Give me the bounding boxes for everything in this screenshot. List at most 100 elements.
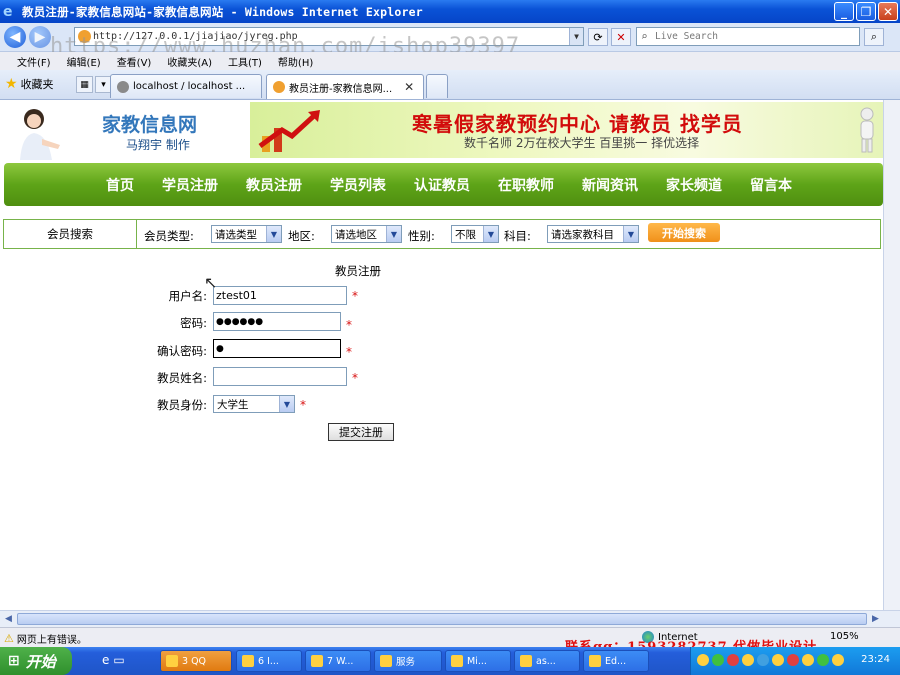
menu-file[interactable]: 文件(F) xyxy=(17,54,51,69)
folder-quicklaunch-icon[interactable]: ▭ xyxy=(113,653,124,667)
tray-icon[interactable] xyxy=(742,654,754,666)
new-tab-button[interactable] xyxy=(426,74,448,98)
tab-close-icon[interactable]: ✕ xyxy=(404,80,414,94)
maximize-button[interactable]: ❐ xyxy=(856,2,876,21)
task-as[interactable]: as... xyxy=(514,650,580,672)
star-icon: ★ xyxy=(5,76,18,92)
tray-icon[interactable] xyxy=(817,654,829,666)
refresh-button[interactable]: ⟳ xyxy=(588,28,608,46)
search-icon: ⌕ xyxy=(641,30,648,43)
password-label: 密码: xyxy=(180,316,207,330)
tab-teacher-register[interactable]: 教员注册-家教信息网... ✕ xyxy=(266,74,424,99)
member-type-label: 会员类型: xyxy=(144,229,194,243)
ie-logo-icon: e xyxy=(3,3,13,20)
menu-view[interactable]: 查看(V) xyxy=(117,54,152,69)
banner-person-icon xyxy=(860,107,874,153)
app-icon xyxy=(520,655,532,667)
required-mark: * xyxy=(352,289,358,303)
close-button[interactable]: ✕ xyxy=(878,2,898,21)
identity-label: 教员身份: xyxy=(157,398,207,412)
page-error-indicator[interactable]: ⚠ 网页上有错误。 xyxy=(4,631,87,646)
nav-working-teachers[interactable]: 在职教师 xyxy=(498,175,554,195)
nav-home[interactable]: 首页 xyxy=(106,175,134,195)
required-mark: * xyxy=(300,398,306,412)
nav-teacher-register[interactable]: 教员注册 xyxy=(246,175,302,195)
task-qq[interactable]: 3 QQ xyxy=(160,650,232,672)
menu-bar: 文件(F) 编辑(E) 查看(V) 收藏夹(A) 工具(T) 帮助(H) xyxy=(0,52,900,70)
warning-icon: ⚠ xyxy=(4,632,14,645)
task-ie[interactable]: 6 I... xyxy=(236,650,302,672)
scroll-right-icon[interactable]: ▶ xyxy=(868,612,883,626)
tray-icon[interactable] xyxy=(757,654,769,666)
menu-favorites[interactable]: 收藏夹(A) xyxy=(167,54,212,69)
ie-quicklaunch-icon[interactable]: e xyxy=(102,653,109,667)
nav-student-list[interactable]: 学员列表 xyxy=(330,175,386,195)
nav-news[interactable]: 新闻资讯 xyxy=(582,175,638,195)
menu-help[interactable]: 帮助(H) xyxy=(278,54,313,69)
gender-label: 性别: xyxy=(408,229,435,243)
tray-icon[interactable] xyxy=(697,654,709,666)
qq-icon xyxy=(166,655,178,667)
required-mark: * xyxy=(346,318,352,332)
area-label: 地区: xyxy=(288,229,315,243)
stop-button[interactable]: ✕ xyxy=(611,28,631,46)
nav-student-register[interactable]: 学员注册 xyxy=(162,175,218,195)
subject-label: 科目: xyxy=(504,229,531,243)
menu-tools[interactable]: 工具(T) xyxy=(228,54,262,69)
task-ed[interactable]: Ed... xyxy=(583,650,649,672)
tray-icon[interactable] xyxy=(802,654,814,666)
nav-guestbook[interactable]: 留言本 xyxy=(750,175,792,195)
chevron-down-icon: ▼ xyxy=(279,396,294,412)
start-button[interactable]: ⊞ 开始 xyxy=(0,647,72,675)
app-icon xyxy=(589,655,601,667)
search-go-button[interactable]: ⌕ xyxy=(864,28,884,46)
nav-parents[interactable]: 家长频道 xyxy=(666,175,722,195)
banner-subtitle: 数千名师 2万在校大学生 百里挑一 择优选择 xyxy=(464,136,700,150)
realname-label: 教员姓名: xyxy=(157,371,207,385)
username-input[interactable]: ztest01 xyxy=(213,286,347,305)
chevron-down-icon: ▼ xyxy=(623,226,638,242)
scroll-left-icon[interactable]: ◀ xyxy=(1,612,16,626)
tray-icon[interactable] xyxy=(712,654,724,666)
address-dropdown-icon[interactable]: ▼ xyxy=(569,28,583,45)
logo-site-name: 家教信息网 xyxy=(102,114,198,136)
task-services[interactable]: 服务 xyxy=(374,650,442,672)
tray-icon[interactable] xyxy=(832,654,844,666)
identity-select[interactable]: 大学生 ▼ xyxy=(213,395,295,413)
vertical-scrollbar[interactable] xyxy=(883,100,900,610)
subject-select[interactable]: 请选家教科目 ▼ xyxy=(547,225,639,243)
area-select[interactable]: 请选地区 ▼ xyxy=(331,225,402,243)
password-input[interactable]: ●●●●●● xyxy=(213,312,341,331)
gender-select[interactable]: 不限 ▼ xyxy=(451,225,499,243)
submit-register-button[interactable]: 提交注册 xyxy=(328,423,394,441)
task-mi[interactable]: Mi... xyxy=(445,650,511,672)
task-explorer[interactable]: 7 W... xyxy=(305,650,371,672)
tray-clock[interactable]: 23:24 xyxy=(861,654,890,665)
site-logo[interactable]: 家教信息网 马翔宇 制作 xyxy=(4,102,246,160)
quick-launch: e ▭ xyxy=(102,653,125,667)
nav-certified-teachers[interactable]: 认证教员 xyxy=(414,175,470,195)
tray-icon[interactable] xyxy=(787,654,799,666)
minimize-button[interactable]: _ xyxy=(834,2,854,21)
start-search-button[interactable]: 开始搜索 xyxy=(648,223,720,242)
tray-icon[interactable] xyxy=(772,654,784,666)
confirm-password-input[interactable]: ● xyxy=(213,339,341,358)
favorites-button[interactable]: ★ 收藏夹 xyxy=(5,76,54,92)
scroll-thumb[interactable] xyxy=(17,613,867,625)
search-input[interactable]: ⌕ Live Search xyxy=(636,27,860,46)
realname-input[interactable] xyxy=(213,367,347,386)
system-tray: 23:24 xyxy=(690,647,900,675)
ie-icon xyxy=(242,655,254,667)
window-titlebar: e 教员注册-家教信息网站-家教信息网站 - Windows Internet … xyxy=(0,0,900,23)
member-type-select[interactable]: 请选类型 ▼ xyxy=(211,225,282,243)
tray-icon[interactable] xyxy=(727,654,739,666)
menu-edit[interactable]: 编辑(E) xyxy=(67,54,101,69)
quick-tabs-icon[interactable]: ▦ xyxy=(76,76,93,93)
horizontal-scrollbar[interactable]: ◀ ▶ xyxy=(0,610,900,627)
windows-flag-icon: ⊞ xyxy=(8,653,20,669)
zoom-level[interactable]: 105% xyxy=(830,631,859,642)
username-label: 用户名: xyxy=(168,289,207,303)
forward-button[interactable]: ▶ xyxy=(29,26,51,48)
back-button[interactable]: ◀ xyxy=(4,26,26,48)
tab-phpmyadmin[interactable]: localhost / localhost ... xyxy=(110,74,262,98)
